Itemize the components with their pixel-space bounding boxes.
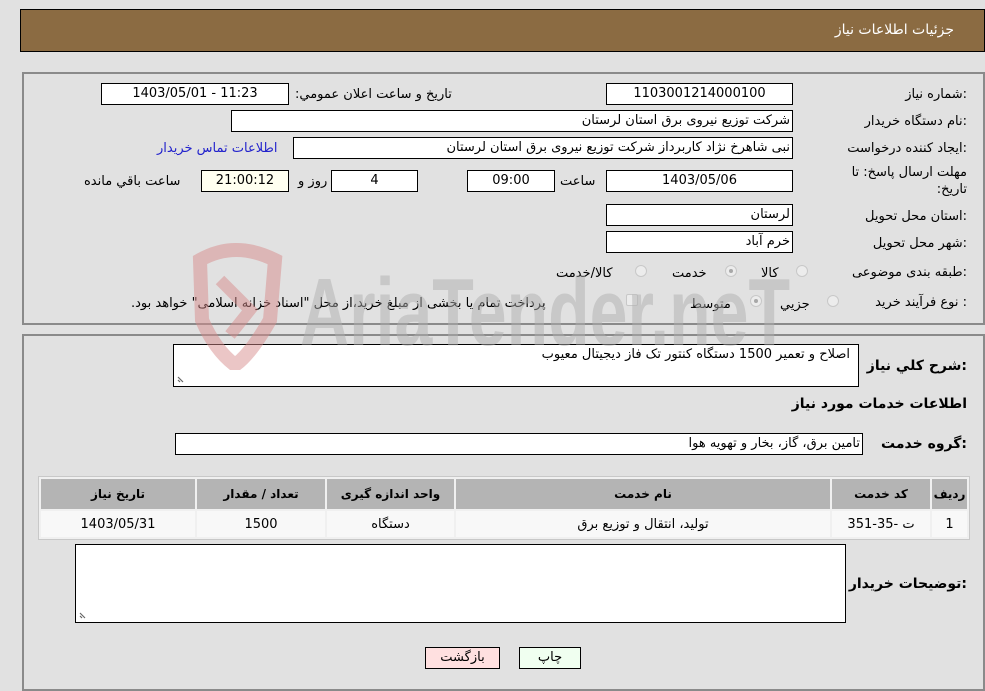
category-radio-service[interactable]: [725, 265, 737, 277]
print-button[interactable]: چاپ: [519, 647, 581, 669]
category-option-service: خدمت: [672, 266, 707, 281]
remaining-time-field: 21:00:12: [201, 170, 289, 192]
deadline-label-line1: مهلت ارسال پاسخ: تا: [851, 165, 967, 180]
back-button[interactable]: بازگشت: [425, 647, 500, 669]
process-label: نوع فرآیند خرید :: [875, 295, 967, 310]
category-radio-goods[interactable]: [796, 265, 808, 277]
col-unit: واحد اندازه گیری: [327, 479, 454, 509]
process-option-small: جزيي: [780, 297, 810, 312]
cell-unit: دستگاه: [327, 511, 454, 537]
cell-row-number: 1: [932, 511, 967, 537]
resize-grip-icon[interactable]: [79, 610, 88, 619]
treasury-note: پرداخت تمام یا بخشی از مبلغ خرید،از محل …: [131, 296, 546, 311]
cell-need-date: 1403/05/31: [41, 511, 195, 537]
creator-field[interactable]: نبی شاهرخ نژاد کاربرداز شرکت توزیع نیروی…: [293, 137, 793, 159]
treasury-checkbox[interactable]: [626, 294, 638, 306]
col-row-number: ردیف: [932, 479, 967, 509]
days-remaining-field[interactable]: 4: [331, 170, 418, 192]
remaining-time-label: ساعت باقي مانده: [84, 174, 181, 189]
days-label: روز و: [298, 174, 328, 189]
deadline-label-line2: تاریخ:: [936, 182, 967, 197]
buyer-notes-label: توضیحات خریدار:: [848, 576, 967, 592]
cell-quantity: 1500: [197, 511, 325, 537]
category-label: طبقه بندی موضوعی:: [851, 265, 967, 280]
cell-service-code: ت -35-351: [832, 511, 930, 537]
col-service-name: نام خدمت: [456, 479, 830, 509]
table-header-row: ردیف کد خدمت نام خدمت واحد اندازه گیری ت…: [41, 479, 967, 509]
announce-date-field[interactable]: 1403/05/01 - 11:23: [101, 83, 289, 105]
deadline-time-label: ساعت: [560, 174, 596, 189]
process-radio-medium[interactable]: [750, 295, 762, 307]
city-field[interactable]: خرم آباد: [606, 231, 793, 253]
page-header: جزئیات اطلاعات نیاز: [20, 9, 985, 52]
col-need-date: تاریخ نیاز: [41, 479, 195, 509]
service-group-field[interactable]: تامین برق، گاز، بخار و تهویه هوا: [175, 433, 863, 455]
city-label: شهر محل تحویل:: [872, 236, 967, 251]
buyer-contact-link[interactable]: اطلاعات تماس خریدار: [157, 141, 277, 156]
description-label: شرح کلي نیاز:: [866, 358, 967, 374]
col-quantity: تعداد / مقدار: [197, 479, 325, 509]
buyer-notes-textarea[interactable]: [75, 544, 846, 623]
description-textarea[interactable]: اصلاح و تعمیر 1500 دستگاه کنتور تک فاز د…: [173, 344, 859, 387]
col-service-code: کد خدمت: [832, 479, 930, 509]
buyer-org-field[interactable]: شرکت توزیع نیروی برق استان لرستان: [231, 110, 793, 132]
process-radio-small[interactable]: [827, 295, 839, 307]
deadline-date-field[interactable]: 1403/05/06: [606, 170, 793, 192]
deadline-label: مهلت ارسال پاسخ: تا: [852, 165, 967, 180]
category-option-goods: کالا: [761, 266, 779, 281]
need-number-field[interactable]: 1103001214000100: [606, 83, 793, 105]
deadline-time-field[interactable]: 09:00: [467, 170, 555, 192]
province-label: استان محل تحویل:: [865, 209, 967, 224]
buyer-org-label: نام دستگاه خریدار:: [864, 114, 967, 129]
cell-service-name: تولید، انتقال و توزیع برق: [456, 511, 830, 537]
description-text: اصلاح و تعمیر 1500 دستگاه کنتور تک فاز د…: [541, 347, 850, 362]
table-row: 1 ت -35-351 تولید، انتقال و توزیع برق دس…: [41, 511, 967, 537]
service-group-label: گروه خدمت:: [881, 436, 967, 452]
process-option-medium: متوسط: [690, 297, 731, 312]
creator-label: ایجاد کننده درخواست:: [847, 141, 967, 156]
page-title: جزئیات اطلاعات نیاز: [834, 22, 954, 38]
category-radio-goods-service[interactable]: [635, 265, 647, 277]
province-field[interactable]: لرستان: [606, 204, 793, 226]
need-number-label: شماره نیاز:: [905, 87, 967, 102]
resize-grip-icon[interactable]: [177, 374, 186, 383]
services-heading: اطلاعات خدمات مورد نیاز: [791, 396, 967, 412]
services-table: ردیف کد خدمت نام خدمت واحد اندازه گیری ت…: [38, 476, 970, 540]
category-option-goods-service: کالا/خدمت: [556, 266, 613, 281]
announce-date-label: تاریخ و ساعت اعلان عمومي:: [295, 87, 452, 102]
